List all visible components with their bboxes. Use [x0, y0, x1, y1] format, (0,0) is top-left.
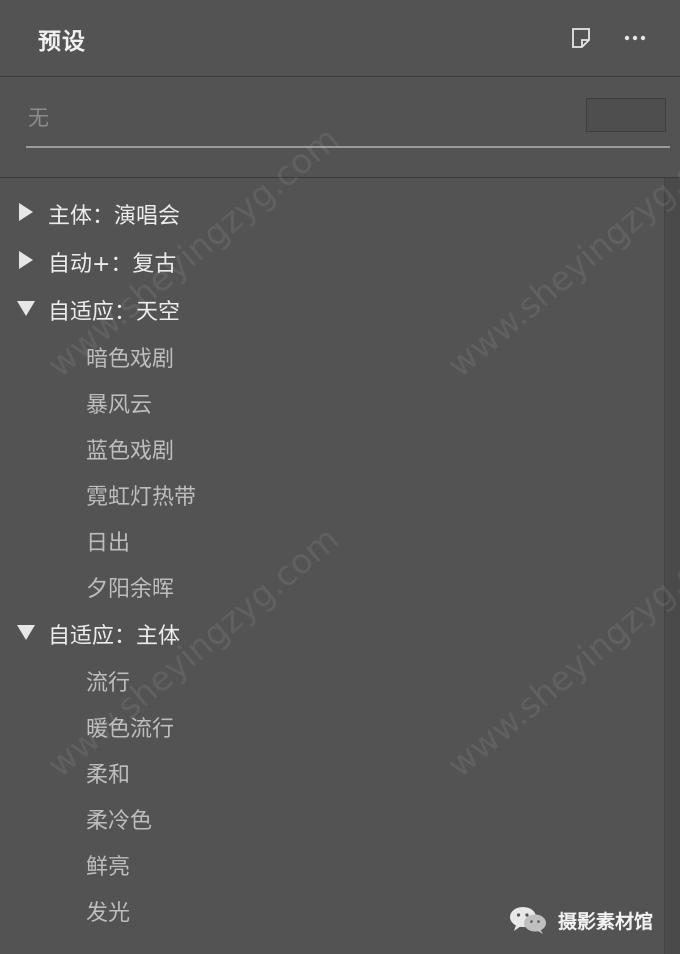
preset-item[interactable]: 蓝色戏剧 [0, 426, 664, 472]
preset-list: 主体：演唱会 自动+：复古 自适应：天空 暗色戏剧 暴风云 蓝色戏剧 霓虹灯热带… [0, 190, 664, 934]
group-label: 自动+：复古 [48, 252, 177, 277]
panel-title: 预设 [38, 29, 86, 55]
scrollbar[interactable] [664, 178, 680, 954]
group-subject-concert[interactable]: 主体：演唱会 [0, 190, 664, 238]
preset-item[interactable]: 霓虹灯热带 [0, 472, 664, 518]
preset-item[interactable]: 暴风云 [0, 380, 664, 426]
expanded-arrow-icon[interactable] [17, 622, 35, 642]
preset-item[interactable]: 暗色戏剧 [0, 334, 664, 380]
brand-badge: 摄影素材馆 [508, 902, 653, 938]
collapsed-arrow-icon[interactable] [17, 202, 35, 222]
more-options-icon[interactable] [623, 28, 647, 48]
preset-label: 暖色流行 [86, 717, 175, 742]
search-input[interactable]: 无 [28, 98, 558, 138]
new-preset-icon[interactable] [569, 26, 593, 50]
group-label: 主体：演唱会 [48, 204, 181, 229]
group-adaptive-sky[interactable]: 自适应：天空 [0, 286, 664, 334]
preset-item[interactable]: 日出 [0, 518, 664, 564]
group-auto-vintage[interactable]: 自动+：复古 [0, 238, 664, 286]
expanded-arrow-icon[interactable] [17, 298, 35, 318]
wechat-icon [510, 907, 546, 934]
preset-item[interactable]: 流行 [0, 658, 664, 704]
group-adaptive-subject[interactable]: 自适应：主体 [0, 610, 664, 658]
preset-item[interactable]: 暖色流行 [0, 704, 664, 750]
preset-label: 暗色戏剧 [86, 347, 175, 372]
preset-label: 柔和 [86, 763, 131, 788]
preset-item[interactable]: 鲜亮 [0, 842, 664, 888]
preset-label: 流行 [86, 671, 131, 696]
group-label: 自适应：主体 [48, 624, 181, 649]
preset-item[interactable]: 夕阳余晖 [0, 564, 664, 610]
preset-label: 暴风云 [86, 393, 153, 418]
preset-label: 柔冷色 [86, 809, 153, 834]
group-label: 自适应：天空 [48, 300, 181, 325]
preset-label: 霓虹灯热带 [86, 485, 197, 510]
preset-label: 蓝色戏剧 [86, 439, 175, 464]
preset-label: 发光 [86, 901, 131, 926]
brand-text: 摄影素材馆 [558, 910, 654, 933]
preset-item[interactable]: 柔冷色 [0, 796, 664, 842]
preset-label: 鲜亮 [86, 855, 131, 880]
search-filter-box[interactable] [586, 98, 666, 132]
preset-label: 日出 [86, 531, 131, 556]
preset-item[interactable]: 柔和 [0, 750, 664, 796]
preset-label: 夕阳余晖 [86, 577, 175, 602]
search-underline [26, 146, 670, 148]
collapsed-arrow-icon[interactable] [17, 250, 35, 270]
panel-header: 预设 [0, 0, 680, 77]
